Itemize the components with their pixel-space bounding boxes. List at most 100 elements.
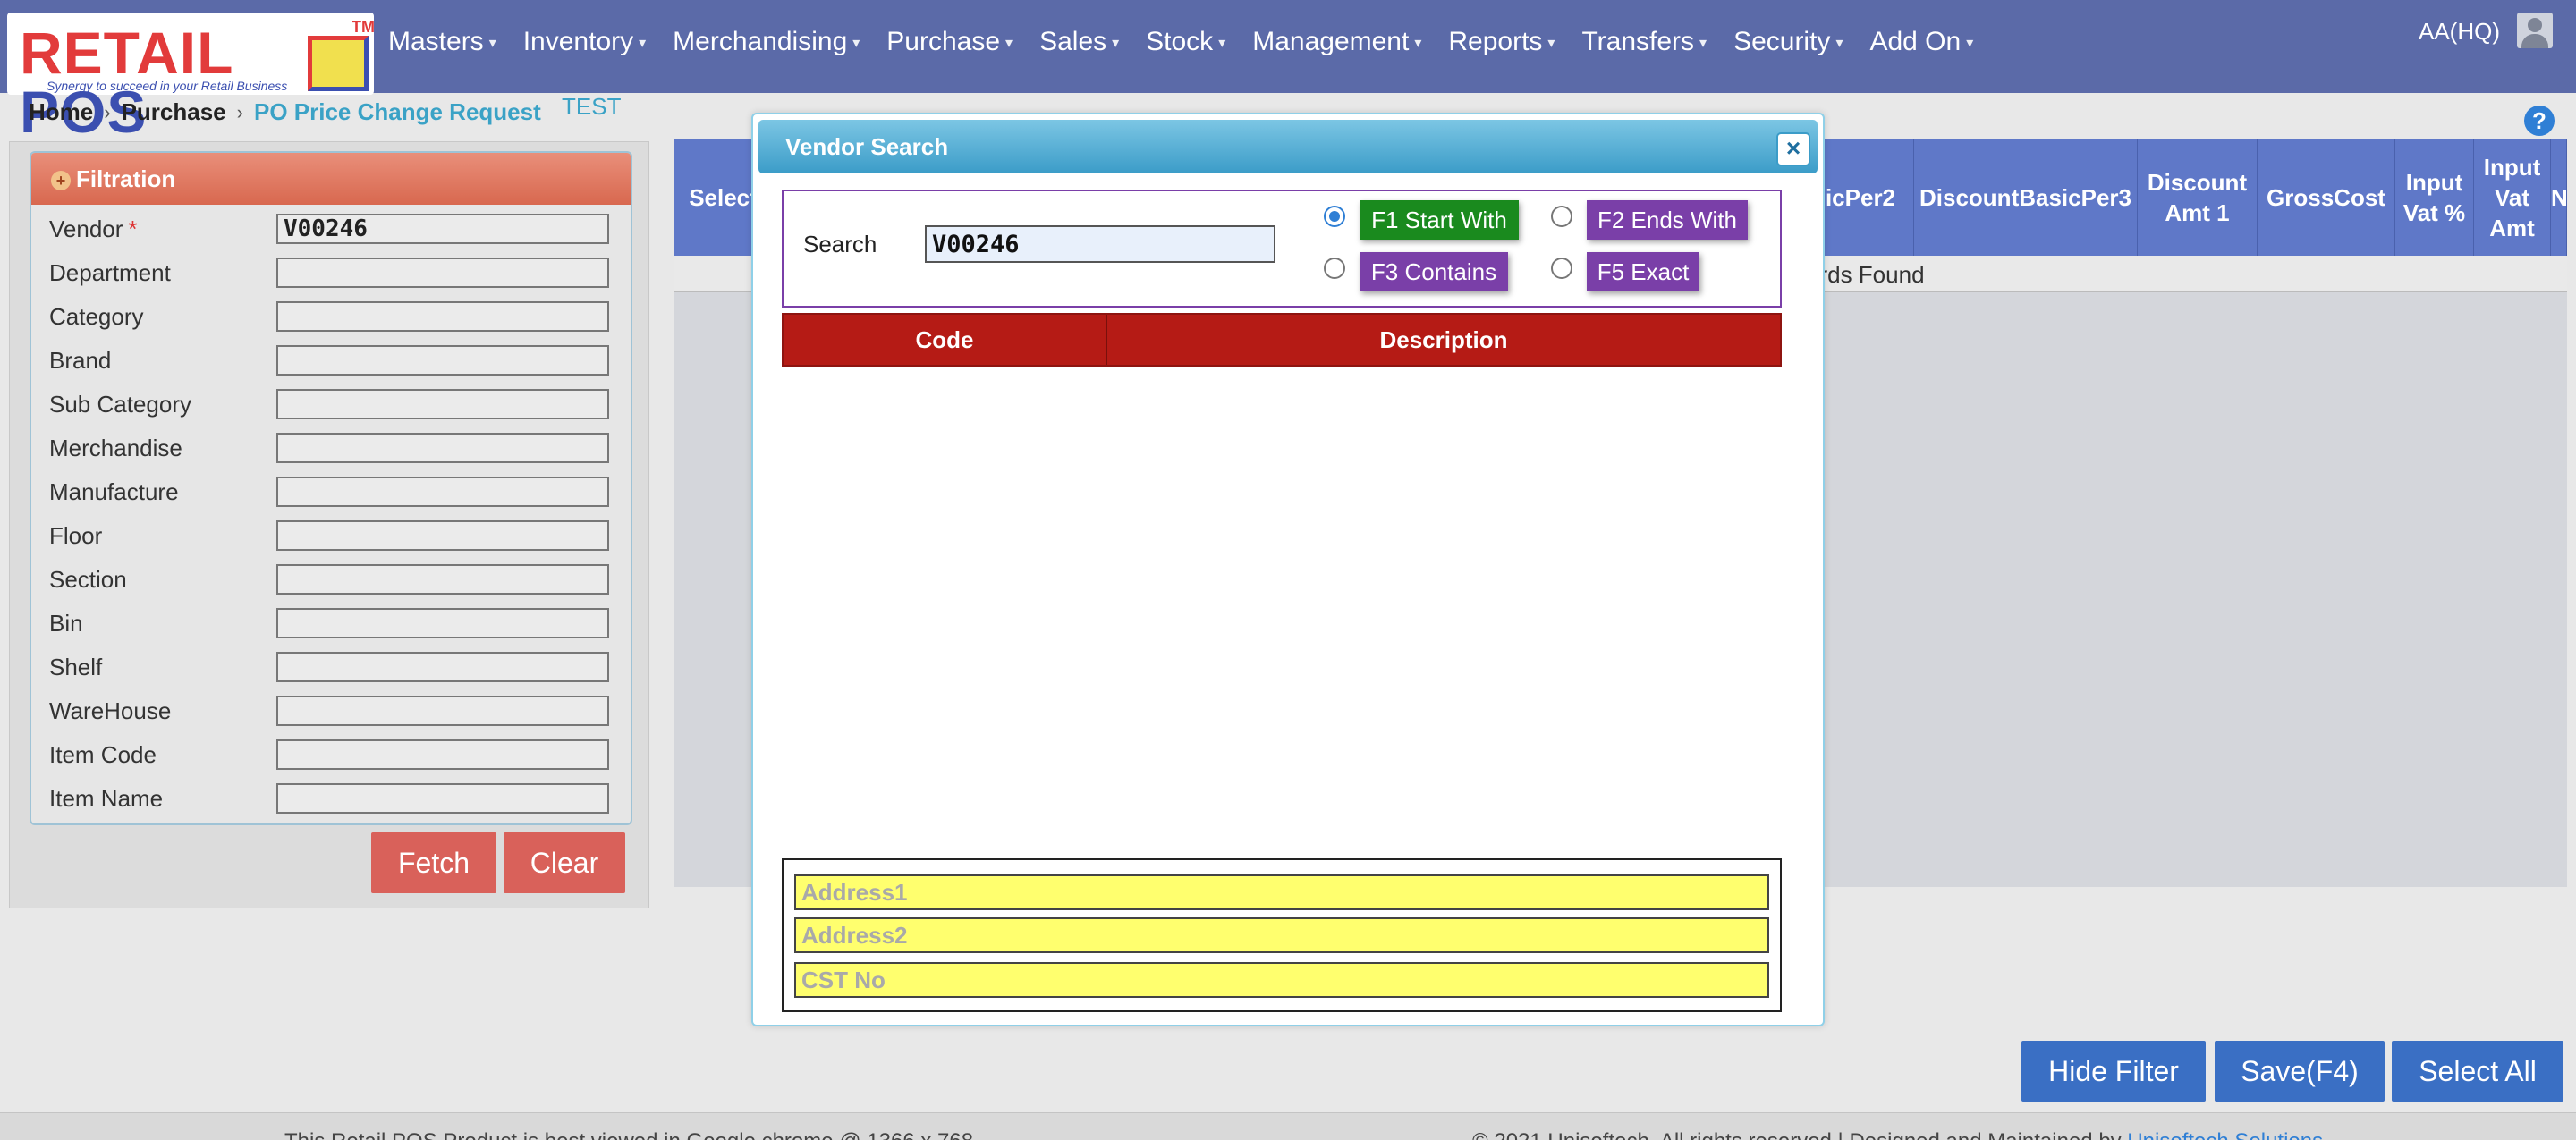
- search-panel: Search F1 Start With F2 Ends With F3 Con…: [782, 190, 1782, 308]
- merchandise-field[interactable]: [276, 433, 609, 463]
- menu-label: Transfers: [1581, 27, 1695, 56]
- shelf-field[interactable]: [276, 652, 609, 682]
- floor-field[interactable]: [276, 520, 609, 551]
- caret-down-icon: ▾: [1547, 36, 1555, 52]
- shelf-label: Shelf: [49, 654, 103, 680]
- option-f1-start-with[interactable]: F1 Start With: [1360, 200, 1519, 240]
- filter-row-brand: Brand: [49, 342, 622, 381]
- radio-contains[interactable]: [1324, 258, 1345, 279]
- footer-company-link[interactable]: Unisoftech Solutions: [2127, 1129, 2323, 1140]
- filter-row-merchandise: Merchandise: [49, 429, 622, 469]
- help-icon[interactable]: ?: [2524, 106, 2555, 136]
- caret-down-icon: ▾: [1835, 36, 1843, 52]
- close-icon[interactable]: ×: [1776, 132, 1810, 166]
- footer-copyright: © 2021 Unisoftech. All rights reserved |…: [1472, 1129, 2323, 1140]
- footer-browser-note: This Retail POS Product is best viewed i…: [284, 1129, 973, 1140]
- select-all-button[interactable]: Select All: [2392, 1041, 2563, 1102]
- vendor-field[interactable]: [276, 214, 609, 244]
- breadcrumb-separator-icon: ›: [236, 100, 243, 123]
- menu-transfers[interactable]: Transfers ▾: [1581, 27, 1707, 57]
- filter-row-item-code: Item Code: [49, 736, 622, 775]
- option-f5-exact[interactable]: F5 Exact: [1587, 252, 1699, 291]
- hide-filter-button[interactable]: Hide Filter: [2021, 1041, 2206, 1102]
- expand-plus-icon: +: [51, 171, 71, 191]
- filter-row-bin: Bin: [49, 604, 622, 644]
- manufacture-field[interactable]: [276, 477, 609, 507]
- grid-col-truncated[interactable]: N: [2551, 139, 2567, 256]
- brand-field[interactable]: [276, 345, 609, 376]
- grid-col-gross-cost[interactable]: GrossCost: [2258, 139, 2395, 256]
- menu-merchandising[interactable]: Merchandising ▾: [673, 27, 860, 57]
- department-label: Department: [49, 259, 171, 286]
- vendor-results-header: Code Description: [782, 313, 1782, 367]
- filter-row-floor: Floor: [49, 517, 622, 556]
- grid-col-input-vat-amt[interactable]: Input Vat Amt: [2474, 139, 2551, 256]
- col-code[interactable]: Code: [784, 315, 1106, 365]
- address2-field: Address2: [794, 917, 1769, 953]
- item-name-field[interactable]: [276, 783, 609, 814]
- menu-label: Inventory: [522, 27, 634, 56]
- option-f2-ends-with[interactable]: F2 Ends With: [1587, 200, 1748, 240]
- breadcrumb: Home › Purchase › PO Price Change Reques…: [29, 98, 541, 126]
- caret-down-icon: ▾: [1112, 36, 1120, 52]
- menu-label: Purchase: [886, 27, 1001, 56]
- dialog-title-bar[interactable]: Vendor Search: [758, 120, 1818, 173]
- breadcrumb-current: PO Price Change Request: [253, 98, 541, 125]
- avatar-body: [2521, 34, 2548, 48]
- section-field[interactable]: [276, 564, 609, 595]
- menu-purchase[interactable]: Purchase ▾: [886, 27, 1013, 57]
- section-label: Section: [49, 566, 127, 593]
- warehouse-field[interactable]: [276, 696, 609, 726]
- bin-field[interactable]: [276, 608, 609, 638]
- caret-down-icon: ▾: [1005, 36, 1013, 52]
- breadcrumb-purchase[interactable]: Purchase: [122, 98, 226, 126]
- filter-row-department: Department: [49, 254, 622, 293]
- grid-col-discount-basic-per3[interactable]: DiscountBasicPer3: [1914, 139, 2138, 256]
- item-code-field[interactable]: [276, 739, 609, 770]
- save-button[interactable]: Save(F4): [2215, 1041, 2385, 1102]
- category-field[interactable]: [276, 301, 609, 332]
- radio-exact[interactable]: [1551, 258, 1572, 279]
- caret-down-icon: ▾: [1414, 36, 1422, 52]
- col-description[interactable]: Description: [1107, 315, 1780, 365]
- bin-label: Bin: [49, 610, 83, 637]
- menu-inventory[interactable]: Inventory ▾: [523, 27, 646, 57]
- caret-down-icon: ▾: [639, 36, 647, 52]
- radio-start-with[interactable]: [1324, 206, 1345, 227]
- item-name-label: Item Name: [49, 785, 164, 812]
- category-label: Category: [49, 303, 144, 330]
- footer-copyright-text: © 2021 Unisoftech. All rights reserved |…: [1472, 1129, 2127, 1140]
- caret-down-icon: ▾: [1966, 36, 1974, 52]
- filter-row-category: Category: [49, 298, 622, 337]
- option-f3-contains[interactable]: F3 Contains: [1360, 252, 1508, 291]
- menu-sales[interactable]: Sales ▾: [1039, 27, 1119, 57]
- vendor-search-input[interactable]: [925, 225, 1275, 263]
- menu-label: Merchandising: [673, 27, 848, 56]
- user-name[interactable]: AA(HQ): [2419, 18, 2500, 46]
- department-field[interactable]: [276, 258, 609, 288]
- menu-masters[interactable]: Masters ▾: [388, 27, 496, 57]
- menu-stock[interactable]: Stock ▾: [1146, 27, 1225, 57]
- fetch-button[interactable]: Fetch: [371, 832, 496, 893]
- filtration-header[interactable]: + Filtration: [31, 153, 631, 205]
- logo-tagline: Synergy to succeed in your Retail Busine…: [47, 79, 288, 93]
- clear-button[interactable]: Clear: [504, 832, 625, 893]
- menu-security[interactable]: Security ▾: [1733, 27, 1843, 57]
- radio-ends-with[interactable]: [1551, 206, 1572, 227]
- menu-reports[interactable]: Reports ▾: [1448, 27, 1555, 57]
- avatar-head: [2528, 18, 2542, 32]
- environment-label: TEST: [562, 93, 622, 120]
- logo-word-retail: RETAIL: [20, 20, 233, 86]
- vendor-address-panel: Address1 Address2 CST No: [782, 858, 1782, 1012]
- retail-pos-logo[interactable]: RETAIL POS TM Synergy to succeed in your…: [7, 13, 375, 141]
- grid-col-discount-amt-1[interactable]: Discount Amt 1: [2138, 139, 2258, 256]
- menu-add-on[interactable]: Add On ▾: [1869, 27, 1973, 57]
- sub-category-field[interactable]: [276, 389, 609, 419]
- required-mark: *: [128, 215, 138, 242]
- user-avatar-icon[interactable]: [2517, 13, 2553, 48]
- cst-no-field: CST No: [794, 962, 1769, 998]
- breadcrumb-home[interactable]: Home: [29, 98, 93, 126]
- menu-management[interactable]: Management ▾: [1252, 27, 1421, 57]
- address1-field: Address1: [794, 874, 1769, 910]
- grid-col-input-vat-percent[interactable]: Input Vat %: [2395, 139, 2474, 256]
